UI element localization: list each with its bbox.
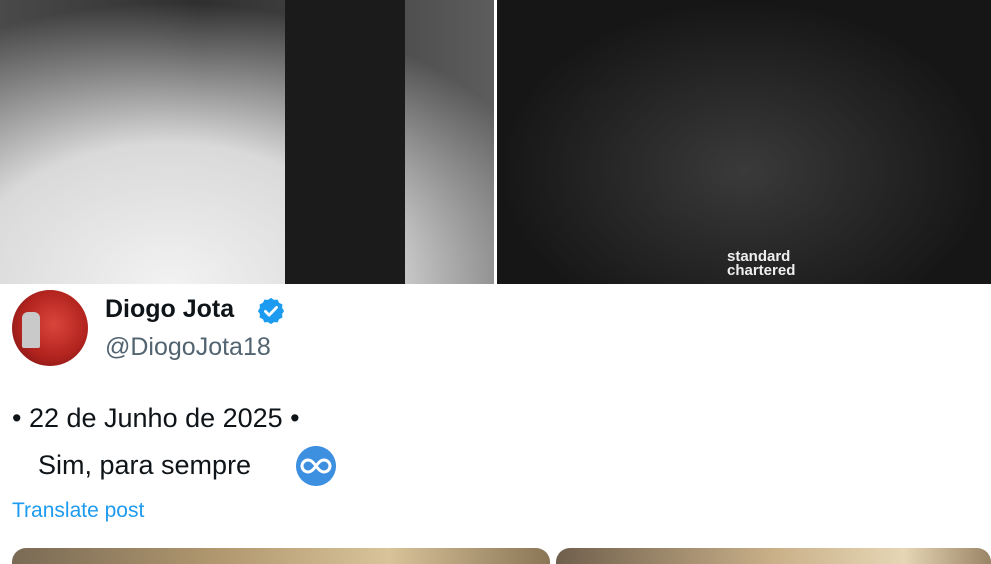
user-handle[interactable]: @DiogoJota18 <box>105 333 271 362</box>
football-celebration-photo[interactable] <box>497 0 991 284</box>
avatar[interactable] <box>12 290 88 366</box>
translate-post-link[interactable]: Translate post <box>12 499 144 523</box>
groom-suit-shape <box>285 0 405 284</box>
wedding-dress-shape <box>0 0 496 284</box>
infinity-emoji-icon <box>296 446 336 486</box>
display-name[interactable]: Diogo Jota <box>105 295 234 324</box>
wedding-photo[interactable] <box>0 0 496 284</box>
jersey-sponsor-text: standard chartered <box>727 248 796 279</box>
post-text-line1: • 22 de Junho de 2025 • <box>12 403 300 433</box>
media-thumbnail-left[interactable] <box>12 548 550 564</box>
post-text-line2: Sim, para sempre <box>38 450 252 480</box>
media-thumbnail-right[interactable] <box>556 548 991 564</box>
verified-badge-icon <box>257 297 285 325</box>
media-grid-top[interactable]: standard chartered <box>0 0 991 284</box>
trophy-icon <box>22 312 40 348</box>
